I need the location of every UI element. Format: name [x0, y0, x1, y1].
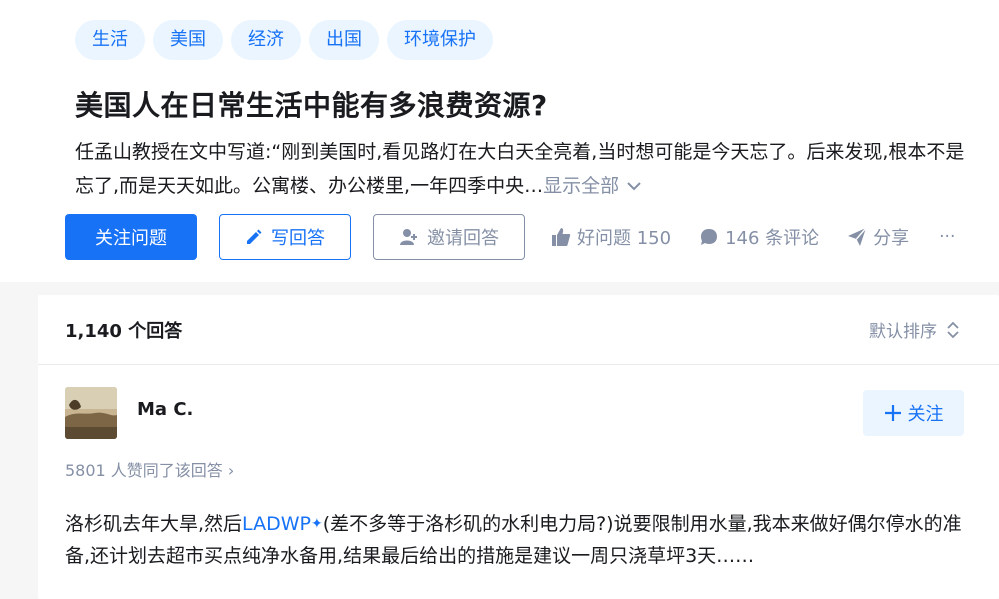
- answer-list: 1,140 个回答 默认排序 Ma C. 关注 5801 人赞同了该回答 › 洛…: [38, 295, 999, 599]
- follow-author-label: 关注: [907, 404, 944, 425]
- sort-label: 默认排序: [869, 322, 937, 342]
- invite-answer-button[interactable]: 邀请回答: [373, 214, 525, 260]
- comments-button[interactable]: 146 条评论: [699, 224, 819, 250]
- answer-excerpt[interactable]: 洛杉矶去年大旱,然后LADWP✦(差不多等于洛杉矶的水利电力局?)说要限制用水量…: [65, 508, 965, 572]
- topic-tag[interactable]: 经济: [231, 20, 301, 60]
- topic-tag[interactable]: 出国: [309, 20, 379, 60]
- answer-count: 1,140 个回答: [65, 321, 183, 342]
- topic-tags: 生活 美国 经济 出国 环境保护: [75, 20, 493, 60]
- chevron-down-icon[interactable]: [627, 182, 641, 191]
- share-label: 分享: [873, 228, 910, 249]
- follow-author-button[interactable]: 关注: [863, 390, 964, 436]
- good-question-label: 好问题 150: [577, 228, 672, 249]
- chevron-right-icon: ›: [227, 461, 235, 480]
- vote-summary-label: 5801 人赞同了该回答: [65, 461, 223, 480]
- invite-answer-label: 邀请回答: [427, 228, 499, 249]
- write-answer-label: 写回答: [271, 228, 325, 249]
- good-question-button[interactable]: 好问题 150: [551, 224, 671, 250]
- topic-tag[interactable]: 环境保护: [387, 20, 493, 60]
- sparkle-icon: ✦: [310, 516, 323, 532]
- comments-label: 146 条评论: [725, 228, 820, 249]
- vote-summary[interactable]: 5801 人赞同了该回答 ›: [65, 457, 234, 481]
- show-all-link[interactable]: 显示全部: [543, 175, 619, 197]
- plus-icon: [884, 405, 901, 421]
- thumb-up-icon: [552, 228, 571, 246]
- sort-toggle-icon: [947, 321, 959, 338]
- share-icon: [848, 227, 867, 246]
- more-button[interactable]: ···: [939, 227, 955, 247]
- person-add-icon: [400, 229, 417, 245]
- question-header: 生活 美国 经济 出国 环境保护 美国人在日常生活中能有多浪费资源? 任孟山教授…: [0, 0, 999, 282]
- ladwp-link[interactable]: LADWP: [242, 513, 311, 535]
- question-actions: 关注问题 写回答 邀请回答 好问题 150 146 条评论 分享 ···: [65, 214, 979, 260]
- comment-icon: [701, 229, 718, 245]
- author-name[interactable]: Ma C.: [137, 399, 193, 420]
- sort-dropdown[interactable]: 默认排序: [869, 317, 959, 342]
- avatar[interactable]: [65, 387, 117, 439]
- question-title: 美国人在日常生活中能有多浪费资源?: [75, 89, 548, 122]
- share-button[interactable]: 分享: [847, 224, 909, 250]
- excerpt-text: 任孟山教授在文中写道:“刚到美国时,看见路灯在大白天全亮着,当时想可能是今天忘了…: [75, 141, 965, 197]
- divider: [38, 364, 999, 365]
- topic-tag[interactable]: 生活: [75, 20, 145, 60]
- topic-tag[interactable]: 美国: [153, 20, 223, 60]
- write-answer-button[interactable]: 写回答: [219, 214, 351, 260]
- follow-question-button[interactable]: 关注问题: [65, 214, 197, 260]
- question-excerpt: 任孟山教授在文中写道:“刚到美国时,看见路灯在大白天全亮着,当时想可能是今天忘了…: [75, 135, 980, 203]
- pencil-icon: [247, 229, 262, 244]
- answer-text-before: 洛杉矶去年大旱,然后: [65, 513, 243, 535]
